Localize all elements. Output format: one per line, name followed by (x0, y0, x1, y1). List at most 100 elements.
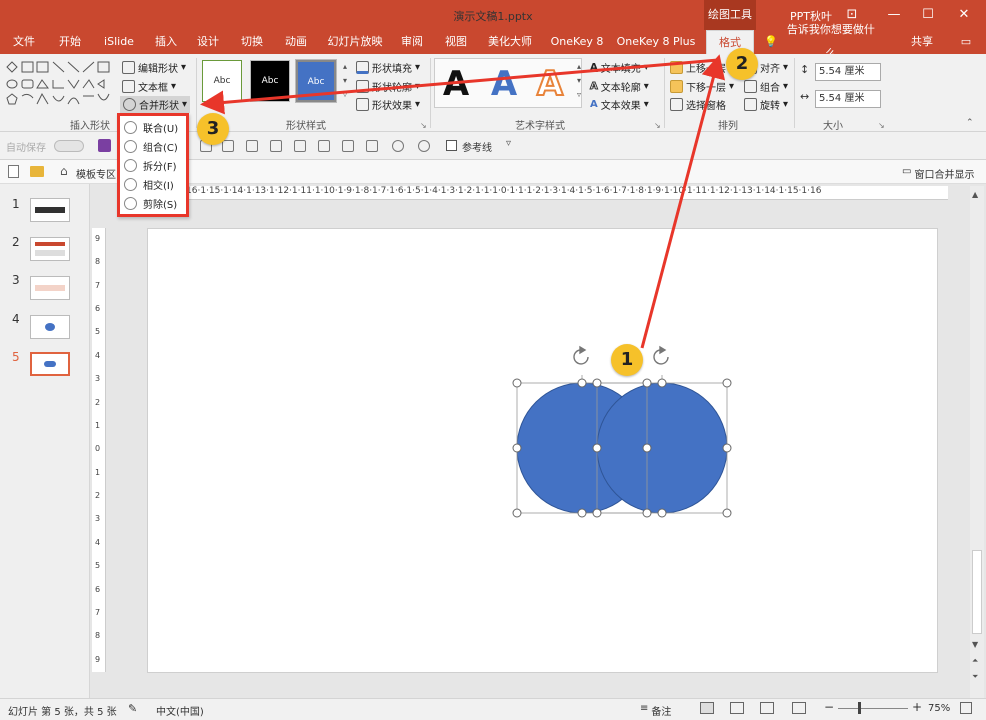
fill-color-icon[interactable] (366, 140, 378, 152)
selection-pane-button[interactable]: 选择窗格 (670, 97, 726, 112)
dialog-launcher-icon[interactable]: ↘ (878, 121, 885, 130)
share-button[interactable]: 共享 (900, 30, 944, 54)
slide-thumbnail-2[interactable] (30, 237, 70, 261)
maximize-button[interactable]: ☐ (912, 0, 944, 30)
qat-more-icon[interactable]: ▿ (506, 138, 511, 149)
align-bottom-icon[interactable] (318, 140, 330, 152)
slide-number: 2 (12, 235, 20, 249)
merge-shapes-button[interactable]: 合并形状 ▾ (120, 96, 191, 113)
vertical-ruler-label: 6 (95, 585, 101, 594)
minimize-button[interactable]: — (878, 0, 910, 30)
normal-view-icon[interactable] (700, 702, 714, 714)
edit-shape-button[interactable]: 编辑形状 ▾ (122, 60, 186, 75)
slide-thumbnail-4[interactable] (30, 315, 70, 339)
tell-me-box[interactable]: 💡 告诉我你想要做什么 (764, 23, 880, 60)
shape-effects-button[interactable]: 形状效果 ▾ (356, 97, 420, 112)
zoom-level[interactable]: 75% (928, 703, 950, 714)
zoom-slider-track[interactable] (838, 708, 908, 709)
autosave-toggle[interactable] (54, 140, 84, 152)
tab-islide[interactable]: iSlide (98, 30, 140, 54)
align-center-icon[interactable] (222, 140, 234, 152)
bring-forward-button[interactable]: 上移一层▾ (670, 60, 734, 75)
scroll-up-icon[interactable]: ▲ (972, 190, 978, 199)
slide-thumbnail-1[interactable] (30, 198, 70, 222)
circle-shape-right[interactable] (596, 382, 728, 514)
tab-view[interactable]: 视图 (438, 30, 474, 54)
collapse-ribbon-icon[interactable]: ⌃ (966, 118, 974, 128)
language-indicator[interactable]: 中文(中国) (156, 703, 204, 718)
vertical-ruler-label: 3 (95, 374, 101, 383)
menu-item-union[interactable]: 联合(U) (124, 118, 178, 136)
menu-item-fragment[interactable]: 拆分(F) (124, 156, 177, 174)
tab-onekey8[interactable]: OneKey 8 (546, 30, 608, 54)
menu-item-subtract[interactable]: 剪除(S) (124, 194, 177, 212)
step-badge-2: 2 (726, 48, 758, 80)
slide-thumbnail-5[interactable] (30, 352, 70, 376)
guides-checkbox[interactable] (446, 140, 457, 151)
align-top-icon[interactable] (270, 140, 282, 152)
tab-meihua[interactable]: 美化大师 (482, 30, 538, 54)
style-gallery-scroll[interactable]: ▴ ▾ ▿ (340, 60, 350, 104)
text-box-button[interactable]: 文本框 ▾ (122, 79, 176, 94)
scroll-down-icon[interactable]: ▼ (972, 640, 978, 649)
tab-animations[interactable]: 动画 (278, 30, 314, 54)
zoom-out-icon[interactable]: − (824, 700, 834, 714)
shape-outline-button[interactable]: 形状轮廓 ▾ (356, 79, 420, 94)
close-button[interactable]: ✕ (948, 0, 980, 30)
next-slide-icon[interactable]: ⏷ (972, 672, 978, 682)
tab-design[interactable]: 设计 (190, 30, 226, 54)
dialog-launcher-icon[interactable]: ↘ (654, 121, 661, 130)
align-right-icon[interactable] (246, 140, 258, 152)
tab-review[interactable]: 审阅 (394, 30, 430, 54)
wordart-style-blue[interactable]: A (484, 62, 524, 106)
menu-item-combine[interactable]: 组合(C) (124, 137, 178, 155)
text-effects-button[interactable]: A 文本效果 ▾ (590, 97, 649, 112)
shape-style-outline[interactable]: Abc (202, 60, 242, 102)
height-input[interactable]: 5.54 厘米 (815, 63, 881, 81)
group-divider (430, 58, 431, 128)
dialog-launcher-icon[interactable]: ↘ (420, 121, 427, 130)
folder-icon[interactable] (30, 166, 44, 177)
home-icon[interactable]: ⌂ (60, 164, 68, 178)
slideshow-icon[interactable] (792, 702, 806, 714)
reading-view-icon[interactable] (760, 702, 774, 714)
shape-fill-button[interactable]: 形状填充 ▾ (356, 60, 420, 75)
tab-transitions[interactable]: 切换 (234, 30, 270, 54)
spellcheck-icon[interactable]: ✎ (128, 702, 137, 715)
fit-slide-icon[interactable] (960, 702, 972, 714)
slide-thumbnail-3[interactable] (30, 276, 70, 300)
merge-qat-icon[interactable] (418, 140, 430, 152)
prev-slide-icon[interactable]: ⏶ (972, 656, 978, 666)
tab-home[interactable]: 开始 (52, 30, 88, 54)
wordart-gallery-scroll[interactable]: ▴ ▾ ▿ (574, 60, 584, 104)
tab-insert[interactable]: 插入 (148, 30, 184, 54)
save-icon[interactable] (98, 139, 111, 152)
comments-icon[interactable]: ▭ (954, 30, 978, 54)
tab-slideshow[interactable]: 幻灯片放映 (324, 30, 386, 54)
distribute-icon[interactable] (342, 140, 354, 152)
tab-onekey8-plus[interactable]: OneKey 8 Plus (616, 30, 696, 54)
slide-sorter-icon[interactable] (730, 702, 744, 714)
shape-outline-qat-icon[interactable] (392, 140, 404, 152)
menu-item-intersect[interactable]: 相交(I) (124, 175, 174, 193)
align-middle-icon[interactable] (294, 140, 306, 152)
zoom-in-icon[interactable]: + (912, 700, 922, 714)
group-button[interactable]: 组合 ▾ (744, 79, 788, 94)
wordart-style-black[interactable]: A (436, 62, 476, 106)
send-backward-button[interactable]: 下移一层 ▾ (670, 79, 734, 94)
text-fill-button[interactable]: A 文本填充 ▾ (590, 60, 649, 75)
shape-style-black[interactable]: Abc (250, 60, 290, 102)
shapes-gallery[interactable] (6, 60, 114, 110)
notes-button[interactable]: ≡ 备注 (640, 703, 671, 718)
wordart-style-orange-outline[interactable]: A (530, 62, 570, 106)
window-merge-button[interactable]: ▭ 窗口合并显示 (902, 166, 974, 181)
text-outline-button[interactable]: A 文本轮廓 ▾ (590, 79, 649, 95)
scrollbar-thumb[interactable] (972, 550, 982, 634)
width-input[interactable]: 5.54 厘米 (815, 90, 881, 108)
template-zone-label[interactable]: 模板专区 (76, 166, 116, 181)
shape-style-blue[interactable]: Abc (295, 59, 337, 103)
new-document-icon[interactable] (8, 165, 19, 178)
zoom-slider-thumb[interactable] (858, 702, 861, 714)
tab-file[interactable]: 文件 (6, 30, 42, 54)
rotate-button[interactable]: 旋转 ▾ (744, 97, 788, 112)
